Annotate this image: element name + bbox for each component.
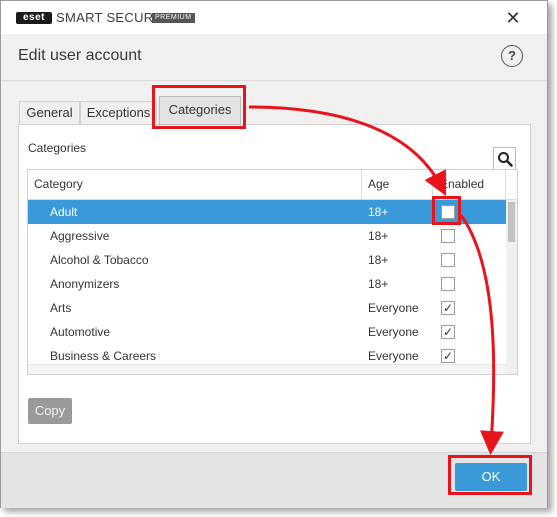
column-header-age[interactable]: Age [368,170,389,200]
enabled-checkbox[interactable]: ✓ [441,325,455,339]
section-label: Categories [28,141,87,155]
annotation-highlight-tab [152,85,246,129]
row-age: Everyone [368,301,419,315]
vertical-scrollbar[interactable] [506,200,517,374]
eset-logo: eset [16,12,52,24]
row-category: Anonymizers [50,277,120,291]
copy-button[interactable]: Copy [28,398,72,424]
scrollbar-thumb[interactable] [508,202,515,242]
row-age: 18+ [368,253,389,267]
column-divider[interactable] [361,170,362,200]
dialog-window: eset SMART SECURITY PREMIUM ✕ Edit user … [0,0,548,508]
row-age: 18+ [368,229,389,243]
header-divider [1,80,547,81]
dialog-header: Edit user account ? [1,34,547,80]
row-category: Aggressive [50,229,110,243]
row-category: Arts [50,301,72,315]
enabled-checkbox[interactable]: ✓ [441,349,455,363]
search-icon [498,152,513,167]
enabled-checkbox[interactable] [441,229,455,243]
edition-badge: PREMIUM [152,13,195,23]
row-age: 18+ [368,205,389,219]
table-row[interactable]: Arts Everyone ✓ [28,296,506,320]
page-title: Edit user account [18,47,142,64]
annotation-highlight-ok [448,455,532,495]
enabled-checkbox[interactable] [441,277,455,291]
enabled-checkbox[interactable]: ✓ [441,301,455,315]
tab-general[interactable]: General [19,101,80,124]
row-age: Everyone [368,325,419,339]
annotation-highlight-checkbox [432,196,461,225]
search-button[interactable] [493,147,516,170]
table-row[interactable]: Alcohol & Tobacco 18+ [28,248,506,272]
tab-exceptions[interactable]: Exceptions [80,101,157,124]
row-category: Automotive [50,325,111,339]
help-icon[interactable]: ? [501,45,523,67]
enabled-checkbox[interactable] [441,253,455,267]
title-bar: eset SMART SECURITY PREMIUM ✕ [1,1,547,34]
row-age: 18+ [368,277,389,291]
table-row[interactable]: Automotive Everyone ✓ [28,320,506,344]
horizontal-scrollbar[interactable] [28,364,506,374]
row-category: Alcohol & Tobacco [50,253,149,267]
table-row[interactable]: Anonymizers 18+ [28,272,506,296]
table-row[interactable]: Aggressive 18+ [28,224,506,248]
close-icon[interactable]: ✕ [501,7,525,29]
row-category: Adult [50,205,78,219]
column-header-category[interactable]: Category [34,170,83,200]
column-divider [505,170,506,200]
